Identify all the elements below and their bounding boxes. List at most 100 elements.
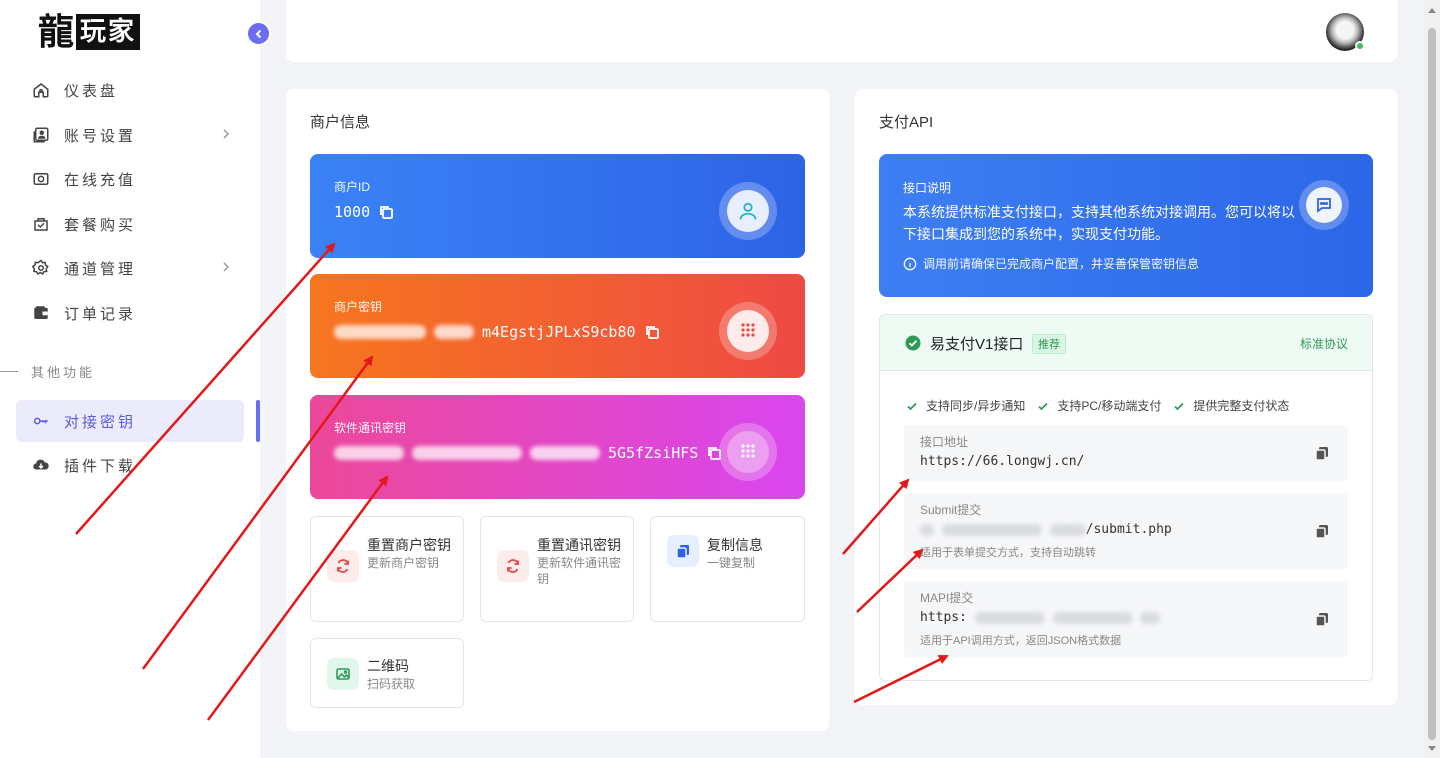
copy-icon[interactable] <box>378 204 394 220</box>
brand-char: 龍 <box>38 11 75 53</box>
active-indicator <box>256 400 260 442</box>
reset-merchant-key-button[interactable]: 重置商户密钥 更新商户密钥 <box>310 516 464 622</box>
comm-key-value: 5G5fZsiHFS <box>608 444 699 462</box>
comm-key-card: 软件通讯密钥 5G5fZsiHFS <box>310 395 805 499</box>
chevron-left-icon <box>255 29 261 38</box>
payment-api-panel: 支付API 接口说明 本系统提供标准支付接口，支持其他系统对接调用。您可以将以下… <box>855 89 1397 705</box>
feature-item: 支持同步/异步通知 <box>926 399 1026 413</box>
page-scrollbar[interactable] <box>1424 0 1440 758</box>
scroll-up-arrow[interactable] <box>1428 8 1436 13</box>
merchant-key-label: 商户密钥 <box>334 300 383 314</box>
sidebar-collapse-button[interactable] <box>246 21 271 46</box>
chevron-right-icon <box>223 129 230 139</box>
check-icon <box>907 402 917 410</box>
merchant-info-panel: 商户信息 商户ID 1000 商户密钥 m4EgstjJPLxS9cb80 软件… <box>286 89 829 731</box>
endpoint-submit: Submit提交 /submit.php 适用于表单提交方式，支持自动跳转 <box>904 493 1348 569</box>
package-icon <box>34 218 48 231</box>
sidebar-item-label: 套餐购买 <box>64 216 137 234</box>
sidebar-item-label: 对接密钥 <box>64 413 137 431</box>
action-title: 二维码 <box>367 658 409 674</box>
endpoint-label: MAPI提交 <box>920 591 974 605</box>
copy-icon[interactable] <box>1314 611 1330 627</box>
endpoint-mapi: MAPI提交 https: 适用于API调用方式，返回JSON格式数据 <box>904 581 1348 657</box>
action-subtitle: 扫码获取 <box>367 677 416 691</box>
feature-item: 支持PC/移动端支付 <box>1057 399 1162 413</box>
panel-title: 支付API <box>879 114 934 131</box>
endpoint-hint: 适用于API调用方式，返回JSON格式数据 <box>920 635 1122 647</box>
sidebar: 龍 玩家 仪表盘 账号设置 在线充值 套餐购买 通道管理 订单记录 其他功能 对… <box>0 0 260 758</box>
api-info-desc: 本系统提供标准支付接口，支持其他系统对接调用。您可以将以下接口集成到您的系统中，… <box>903 204 1295 242</box>
top-header <box>286 0 1397 62</box>
epay-name: 易支付V1接口 <box>930 336 1024 353</box>
key-icon <box>33 417 48 425</box>
sidebar-item-channel[interactable]: 通道管理 <box>16 247 244 289</box>
sidebar-item-label: 通道管理 <box>64 260 137 278</box>
dialpad-icon <box>741 323 755 337</box>
cloud-download-icon <box>33 459 49 470</box>
info-icon <box>903 257 917 270</box>
merchant-id-card: 商户ID 1000 <box>310 154 805 258</box>
dialpad-icon-ring <box>719 423 777 481</box>
feature-list: 支持同步/异步通知 支持PC/移动端支付 提供完整支付状态 <box>906 397 1289 414</box>
sidebar-item-dashboard[interactable]: 仪表盘 <box>16 69 244 111</box>
sidebar-item-package[interactable]: 套餐购买 <box>16 203 244 245</box>
feature-item: 提供完整支付状态 <box>1193 399 1290 413</box>
sidebar-item-plugin-download[interactable]: 插件下载 <box>16 444 244 486</box>
user-icon <box>739 202 757 220</box>
sidebar-item-label: 插件下载 <box>64 457 137 475</box>
comm-key-label: 软件通讯密钥 <box>334 421 407 435</box>
nav-section-title: 其他功能 <box>0 362 95 381</box>
merchant-key-card: 商户密钥 m4EgstjJPLxS9cb80 <box>310 274 805 378</box>
refresh-icon <box>337 559 349 573</box>
wallet-icon <box>34 306 48 319</box>
merchant-key-value: m4EgstjJPLxS9cb80 <box>482 323 636 341</box>
chevron-right-icon <box>223 262 230 272</box>
action-title: 重置通讯密钥 <box>537 537 621 553</box>
action-title: 重置商户密钥 <box>367 537 451 553</box>
action-subtitle: 更新软件通讯密钥 <box>537 556 622 586</box>
dialpad-icon-ring <box>719 302 777 360</box>
scroll-down-arrow[interactable] <box>1428 746 1436 751</box>
copy-icon[interactable] <box>644 324 660 340</box>
endpoint-label: 接口地址 <box>920 435 969 449</box>
sidebar-item-orders[interactable]: 订单记录 <box>16 292 244 334</box>
online-status-dot <box>1355 41 1365 51</box>
brand-box: 玩家 <box>76 14 141 50</box>
copy-info-button[interactable]: 复制信息 一键复制 <box>650 516 805 622</box>
recharge-icon <box>33 173 49 185</box>
refresh-icon <box>507 559 519 573</box>
sidebar-item-label: 仪表盘 <box>64 82 119 100</box>
api-info-note: 调用前请确保已完成商户配置，并妥善保管密钥信息 <box>923 257 1200 271</box>
protocol-label: 标准协议 <box>1299 337 1348 351</box>
reset-comm-key-button[interactable]: 重置通讯密钥更新软件通讯密钥 <box>480 516 634 622</box>
api-info-card: 接口说明 本系统提供标准支付接口，支持其他系统对接调用。您可以将以下接口集成到您… <box>879 154 1373 297</box>
copy-icon[interactable] <box>1314 523 1330 539</box>
avatar[interactable] <box>1326 13 1365 51</box>
action-subtitle: 一键复制 <box>707 556 756 570</box>
merchant-id-value: 1000 <box>334 203 371 221</box>
endpoint-hint: 适用于表单提交方式，支持自动跳转 <box>920 547 1096 559</box>
sidebar-item-label: 账号设置 <box>64 127 137 145</box>
account-icon <box>33 127 49 143</box>
brand-logo[interactable]: 龍 玩家 <box>38 11 141 53</box>
dialpad-icon <box>741 444 755 458</box>
panel-title: 商户信息 <box>310 114 371 131</box>
endpoint-value: https: <box>920 610 967 625</box>
sidebar-item-label: 在线充值 <box>64 171 137 189</box>
copy-icon[interactable] <box>1314 445 1330 461</box>
merchant-id-label: 商户ID <box>334 180 371 194</box>
endpoint-value: /submit.php <box>1085 522 1172 537</box>
epay-interface-card: 易支付V1接口 推荐 标准协议 支持同步/异步通知 支持PC/移动端支付 提供完… <box>879 314 1373 681</box>
recommend-badge: 推荐 <box>1032 334 1066 354</box>
api-info-label: 接口说明 <box>903 181 952 195</box>
scroll-thumb[interactable] <box>1428 28 1436 740</box>
message-icon-ring <box>1299 180 1349 230</box>
sidebar-item-account-settings[interactable]: 账号设置 <box>16 114 244 156</box>
sidebar-item-label: 订单记录 <box>64 305 137 323</box>
action-subtitle: 更新商户密钥 <box>367 556 440 570</box>
sidebar-item-api-keys[interactable]: 对接密钥 <box>16 400 244 442</box>
sidebar-item-recharge[interactable]: 在线充值 <box>16 158 244 200</box>
message-icon <box>1317 198 1331 213</box>
image-icon <box>336 668 350 680</box>
qrcode-button[interactable]: 二维码 扫码获取 <box>310 638 464 708</box>
